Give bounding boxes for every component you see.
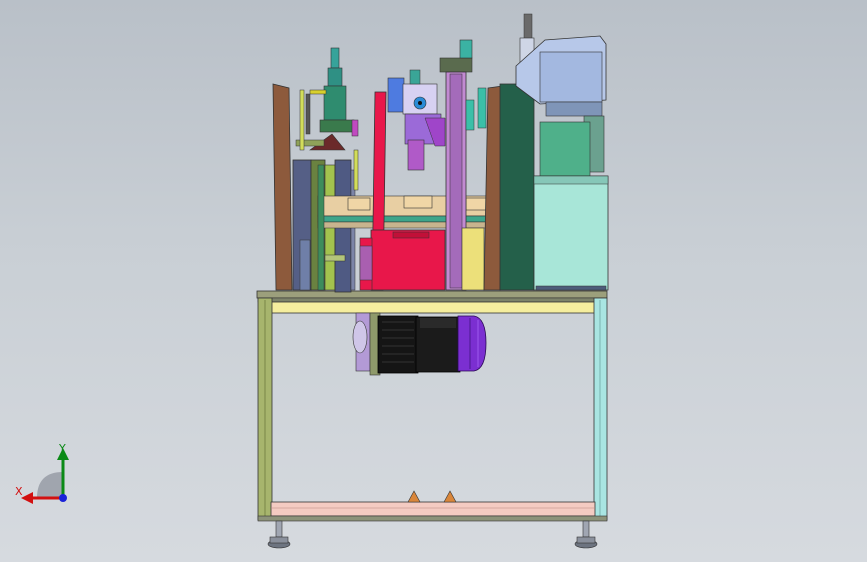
y-axis-label: Y bbox=[59, 442, 66, 455]
right-leg[interactable] bbox=[593, 297, 608, 521]
red-gear-housing[interactable] bbox=[370, 229, 446, 291]
right-dark-green-panel[interactable] bbox=[499, 83, 535, 291]
center-tool-head[interactable] bbox=[387, 69, 446, 171]
z-axis-dot-icon bbox=[59, 494, 67, 502]
vertical-slide-column[interactable] bbox=[439, 39, 485, 291]
x-axis-label: X bbox=[15, 485, 23, 498]
locator-pin-right[interactable] bbox=[443, 490, 457, 503]
lower-cross-beam[interactable] bbox=[270, 501, 596, 517]
leveling-foot-right[interactable] bbox=[574, 520, 598, 549]
upper-cross-beam[interactable] bbox=[270, 301, 596, 314]
robot-base-cabinet[interactable] bbox=[533, 175, 609, 291]
fixture-center[interactable] bbox=[403, 195, 433, 209]
drive-motor[interactable] bbox=[352, 312, 487, 376]
left-side-panel[interactable] bbox=[272, 83, 293, 291]
cad-graphics-viewport[interactable]: X Y bbox=[0, 0, 867, 562]
fixture-left[interactable] bbox=[347, 197, 371, 211]
table-top-plate[interactable] bbox=[256, 290, 608, 299]
locator-pin-left[interactable] bbox=[407, 490, 421, 503]
fixture-right[interactable] bbox=[465, 197, 489, 211]
assembly-model[interactable] bbox=[0, 0, 867, 562]
orientation-triad[interactable] bbox=[15, 440, 80, 510]
leveling-foot-left[interactable] bbox=[267, 520, 291, 549]
